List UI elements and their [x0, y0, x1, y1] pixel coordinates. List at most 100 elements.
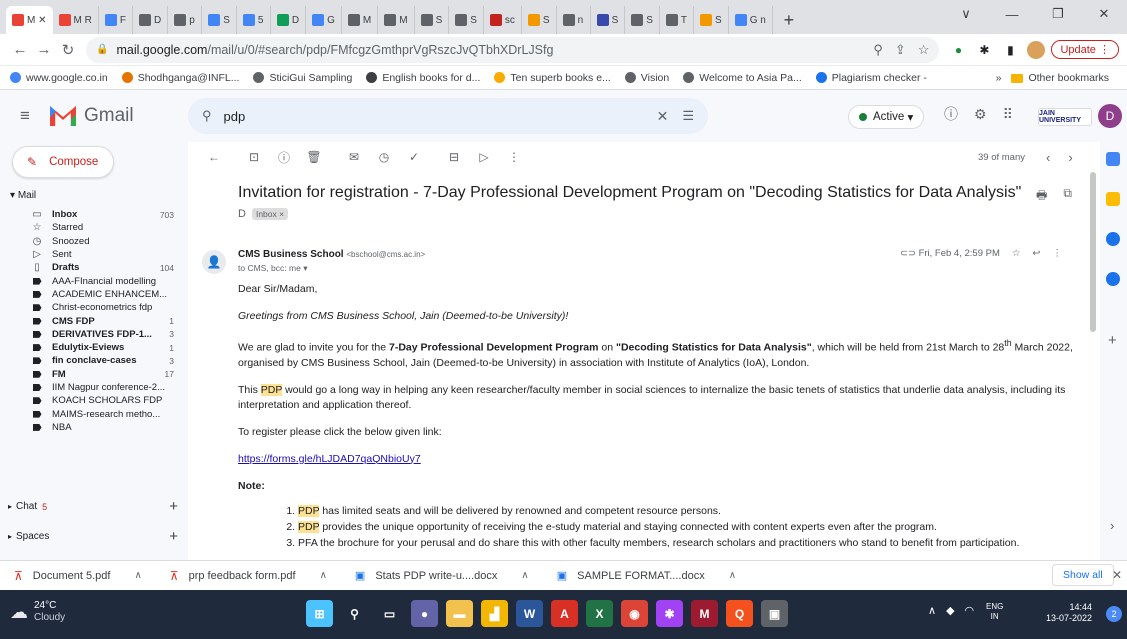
bookmark-item[interactable]: Welcome to Asia Pa... — [683, 72, 802, 84]
sidebar-item[interactable]: ▯ Drafts 104 — [0, 261, 188, 274]
inbox-label-chip[interactable]: Inbox × — [251, 208, 289, 220]
settings-gear-icon[interactable]: ⚙ — [974, 106, 987, 123]
bookmark-item[interactable]: English books for d... — [366, 72, 480, 84]
recipients-line[interactable]: to CMS, bcc: me ▾ — [238, 263, 307, 274]
back-to-search-icon[interactable]: ← — [202, 145, 226, 169]
browser-tab[interactable]: G n — [729, 6, 773, 34]
sidebar-item[interactable]: AAA-FInancial modelling — [0, 274, 188, 287]
side-panel-icon[interactable]: ▮ — [1001, 41, 1019, 59]
contacts-icon[interactable] — [1106, 272, 1120, 286]
q-app[interactable]: Q — [726, 600, 753, 627]
colorful-app[interactable]: ✱ — [656, 600, 683, 627]
share-icon[interactable]: ⇪ — [895, 42, 906, 58]
chat-section[interactable]: ▸ Chat 5 + — [8, 498, 178, 515]
forward-icon[interactable]: → — [32, 38, 56, 62]
bookmark-item[interactable]: Plagiarism checker - — [815, 72, 927, 84]
sender-name[interactable]: CMS Business School — [238, 249, 344, 260]
sidebar-item[interactable]: ACADEMIC ENHANCEM... — [0, 288, 188, 301]
chevron-up-icon[interactable]: ∧ — [729, 570, 736, 581]
acrobat-app[interactable]: A — [551, 600, 578, 627]
tray-app-icon[interactable]: ◆ — [946, 604, 954, 617]
importance-marker-icon[interactable]: D — [238, 208, 246, 220]
browser-tab[interactable]: p — [168, 6, 203, 34]
maximize-icon[interactable]: ❐ — [1035, 0, 1081, 28]
chevron-up-icon[interactable]: ∧ — [134, 570, 141, 581]
file-explorer-app[interactable]: ▬ — [446, 600, 473, 627]
download-item[interactable]: ⊼ prp feedback form.pdf ∧ — [170, 569, 327, 583]
browser-tab[interactable]: S — [449, 6, 484, 34]
organization-logo[interactable]: JAIN UNIVERSITY — [1038, 108, 1092, 126]
close-shelf-icon[interactable]: ✕ — [1112, 568, 1122, 582]
mendeley-app[interactable]: M — [691, 600, 718, 627]
download-item[interactable]: ▣ SAMPLE FORMAT....docx ∧ — [557, 569, 736, 583]
tab-search-icon[interactable]: ∨ — [943, 0, 989, 28]
browser-tab[interactable]: G — [306, 6, 342, 34]
bookmarks-more-button[interactable]: » — [996, 72, 1002, 84]
browser-tab[interactable]: sc — [484, 6, 522, 34]
excel-app[interactable]: X — [586, 600, 613, 627]
message-scrollbar[interactable] — [1090, 172, 1096, 332]
other-bookmarks-folder[interactable]: Other bookmarks — [1011, 72, 1109, 84]
calendar-icon[interactable] — [1106, 152, 1120, 166]
wifi-icon[interactable]: ◠ — [965, 604, 975, 617]
zoom-icon[interactable]: ⚲ — [873, 42, 883, 58]
chrome-app[interactable]: ◉ — [621, 600, 648, 627]
archive-icon[interactable]: ⊡ — [242, 145, 266, 169]
sidebar-item[interactable]: ◷ Snoozed — [0, 235, 188, 248]
sidebar-item[interactable]: FM 17 — [0, 368, 188, 381]
clear-search-icon[interactable]: ✕ — [657, 108, 669, 125]
print-icon[interactable]: 🖶 — [1036, 186, 1047, 207]
browser-tab[interactable]: S — [694, 6, 729, 34]
meet-app[interactable]: ● — [411, 600, 438, 627]
weather-widget[interactable]: ☁ 24°C Cloudy — [10, 600, 65, 624]
browser-tab[interactable]: S — [625, 6, 660, 34]
mark-unread-icon[interactable]: ✉ — [342, 145, 366, 169]
system-clock[interactable]: 14:44 13-07-2022 — [1046, 602, 1092, 624]
delete-icon[interactable]: 🗑 — [302, 145, 326, 169]
bookmark-item[interactable]: SticiGui Sampling — [253, 72, 352, 84]
search-options-icon[interactable]: ☰ — [682, 108, 694, 124]
sidebar-item[interactable]: ▭ Inbox 703 — [0, 208, 188, 221]
main-menu-icon[interactable]: ≡ — [0, 106, 50, 126]
chevron-up-icon[interactable]: ∧ — [320, 570, 327, 581]
sidebar-item[interactable]: NBA — [0, 421, 188, 434]
extensions-puzzle-icon[interactable]: ✱ — [975, 41, 993, 59]
sidebar-item[interactable]: CMS FDP 1 — [0, 314, 188, 327]
tray-chevron-icon[interactable]: ∧ — [928, 604, 936, 617]
open-new-window-icon[interactable]: ⧉ — [1063, 186, 1072, 207]
url-input[interactable]: 🔒 mail.google.com/mail/u/0/#search/pdp/F… — [86, 36, 940, 63]
bookmark-star-icon[interactable]: ☆ — [918, 42, 930, 58]
sticky-app[interactable]: ▟ — [481, 600, 508, 627]
minimize-icon[interactable]: — — [989, 0, 1035, 28]
add-addon-icon[interactable]: + — [1108, 332, 1117, 349]
spaces-section[interactable]: ▸ Spaces + — [8, 528, 178, 545]
reload-icon[interactable]: ↻ — [56, 38, 80, 62]
star-message-icon[interactable]: ☆ — [1012, 248, 1021, 259]
notification-badge[interactable]: 2 — [1106, 606, 1122, 622]
profile-avatar-icon[interactable] — [1027, 40, 1046, 59]
search-icon[interactable]: ⚲ — [202, 108, 212, 124]
new-chat-icon[interactable]: + — [169, 498, 178, 515]
apps-grid-icon[interactable]: ⠿ — [1003, 106, 1013, 123]
tasks-icon[interactable] — [1106, 232, 1120, 246]
gmail-logo[interactable]: Gmail — [50, 105, 180, 127]
browser-tab[interactable]: F — [99, 6, 133, 34]
sidebar-item[interactable]: IIM Nagpur conference-2... — [0, 381, 188, 394]
update-button[interactable]: Update ⋮ — [1051, 40, 1119, 59]
hide-panel-icon[interactable]: › — [1110, 518, 1114, 533]
browser-tab[interactable]: 5 — [237, 6, 271, 34]
task-view-button[interactable]: ▭ — [376, 600, 403, 627]
browser-tab[interactable]: M — [342, 6, 379, 34]
download-item[interactable]: ▣ Stats PDP write-u....docx ∧ — [355, 569, 529, 583]
report-spam-icon[interactable]: ⓘ — [272, 145, 296, 169]
add-task-icon[interactable]: ✓ — [402, 145, 426, 169]
snooze-icon[interactable]: ◷ — [372, 145, 396, 169]
more-options-icon[interactable]: ⋮ — [502, 145, 526, 169]
show-all-downloads-button[interactable]: Show all — [1052, 564, 1114, 586]
sidebar-item[interactable]: fin conclave-cases 3 — [0, 354, 188, 367]
extension-green-icon[interactable]: ● — [949, 41, 967, 59]
download-item[interactable]: ⊼ Document 5.pdf ∧ — [14, 569, 142, 583]
browser-tab[interactable]: S — [522, 6, 557, 34]
move-to-icon[interactable]: ⊟ — [442, 145, 466, 169]
mail-search-bar[interactable]: ⚲ pdp ✕ ☰ — [188, 98, 708, 134]
